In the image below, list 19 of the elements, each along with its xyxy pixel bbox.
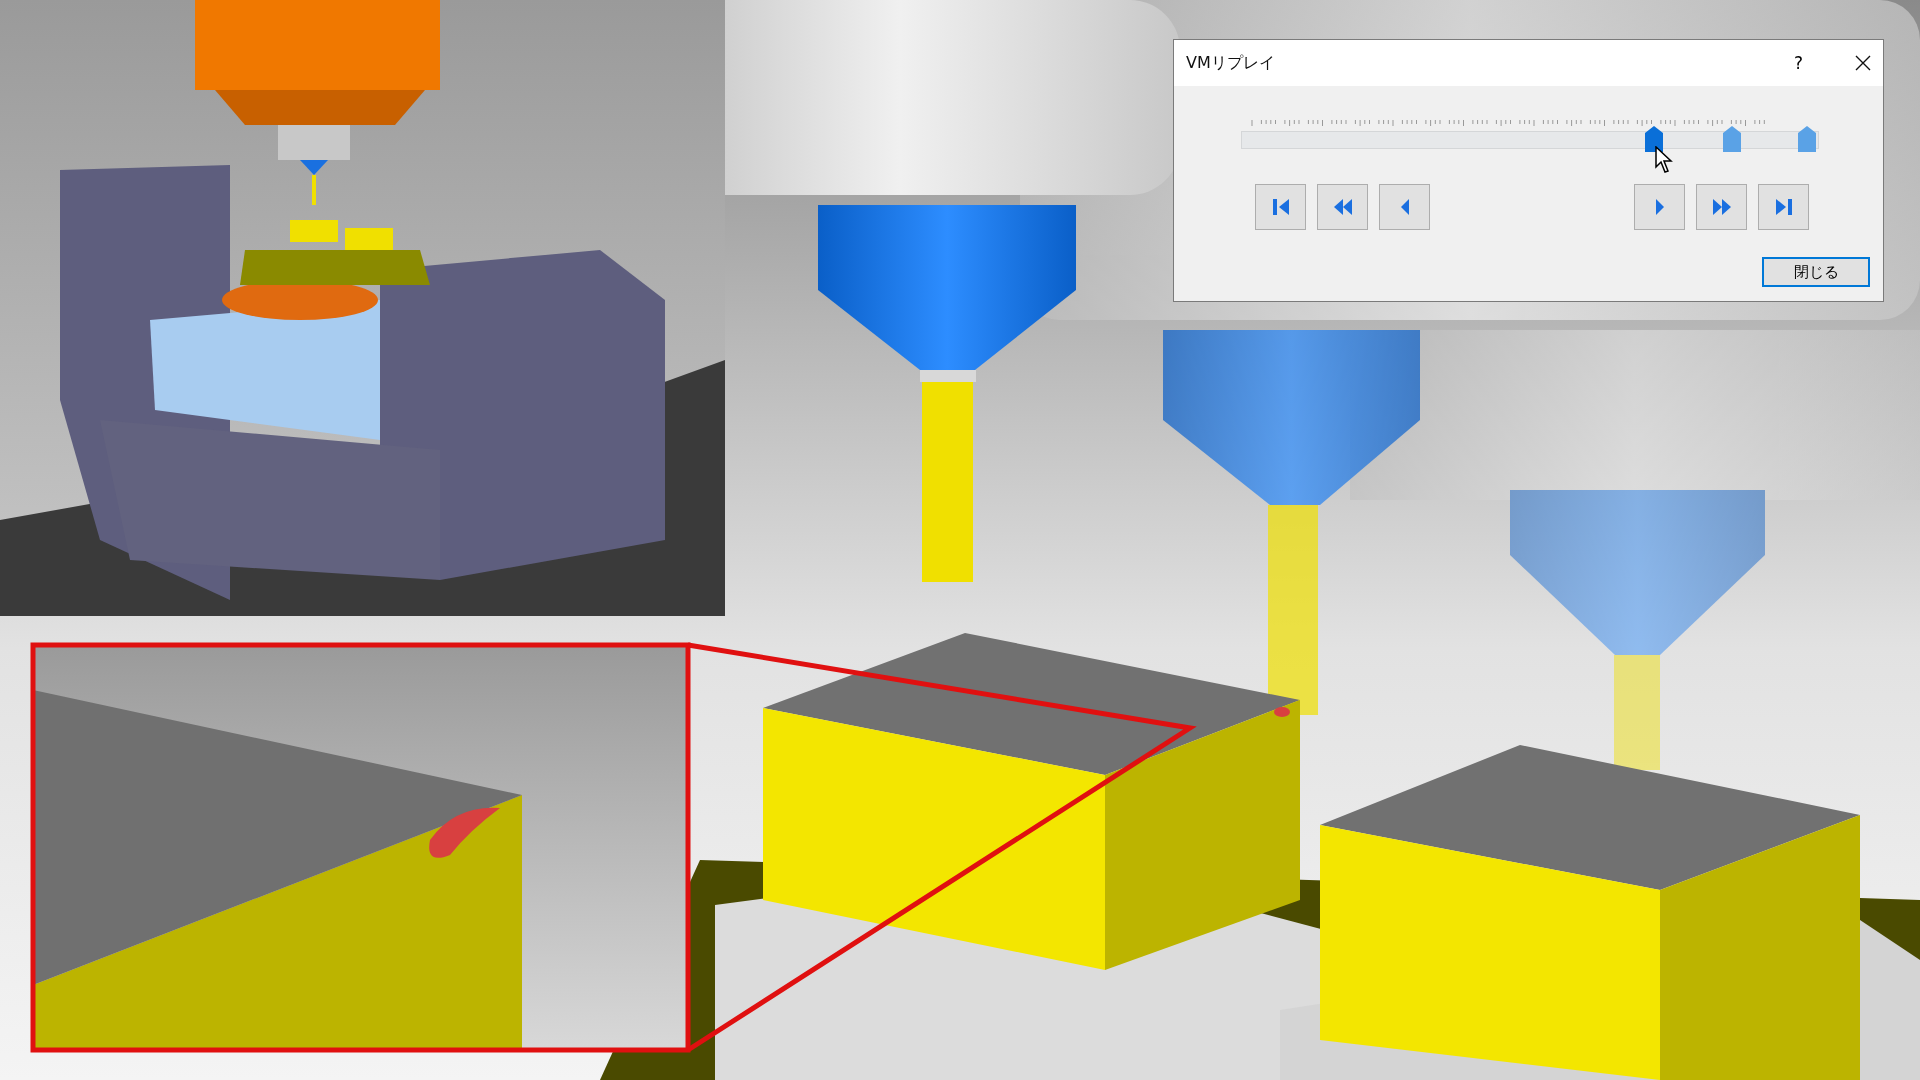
close-icon[interactable] bbox=[1855, 55, 1871, 71]
slider-thumb[interactable] bbox=[1723, 126, 1742, 152]
slider-thumb[interactable] bbox=[1644, 126, 1663, 152]
skip-start-icon bbox=[1270, 198, 1291, 216]
fast-forward-icon bbox=[1711, 198, 1732, 216]
dialog-title: VMリプレイ bbox=[1186, 52, 1276, 74]
cursor-icon bbox=[1654, 146, 1675, 174]
help-button[interactable]: ? bbox=[1789, 53, 1807, 73]
skip-end-icon bbox=[1773, 198, 1794, 216]
play-button[interactable] bbox=[1634, 184, 1685, 230]
skip-to-end-button[interactable] bbox=[1758, 184, 1809, 230]
rewind-icon bbox=[1332, 198, 1353, 216]
skip-to-start-button[interactable] bbox=[1255, 184, 1306, 230]
rewind-button[interactable] bbox=[1317, 184, 1368, 230]
close-button[interactable]: 閉じる bbox=[1762, 257, 1870, 287]
step-back-button[interactable] bbox=[1379, 184, 1430, 230]
slider-thumb[interactable] bbox=[1798, 126, 1817, 152]
fast-forward-button[interactable] bbox=[1696, 184, 1747, 230]
timeline-slider[interactable] bbox=[1241, 126, 1819, 154]
